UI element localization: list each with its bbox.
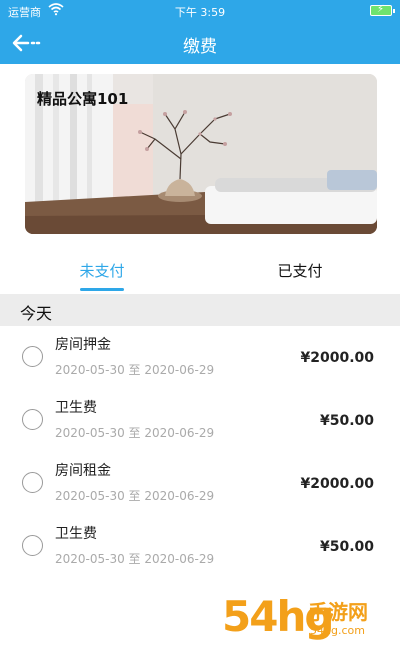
tab-paid[interactable]: 已支付 (268, 252, 332, 292)
fee-amount: ¥2000.00 (300, 476, 374, 492)
fee-name: 房间押金 (55, 337, 111, 353)
status-bar: 运营商 下午 3:59 ⚡ (0, 0, 400, 22)
section-header-today: 今天 (0, 294, 400, 326)
fee-name: 卫生费 (55, 526, 97, 542)
fee-name: 房间租金 (55, 463, 111, 479)
fee-amount: ¥50.00 (319, 539, 374, 555)
section-title: 今天 (20, 304, 53, 323)
apartment-banner[interactable]: 精品公寓101 (25, 74, 377, 234)
active-tab-indicator (80, 288, 124, 291)
fee-date-range: 2020-05-30 至 2020-06-29 (55, 426, 215, 440)
list-item[interactable]: 卫生费 2020-05-30 至 2020-06-29 ¥50.00 (0, 389, 400, 452)
page-title: 缴费 (183, 37, 217, 57)
watermark-url: 54hg.com (310, 624, 365, 637)
select-radio[interactable] (22, 472, 43, 493)
battery-icon: ⚡ (370, 4, 395, 16)
fee-date-range: 2020-05-30 至 2020-06-29 (55, 363, 215, 377)
tab-unpaid[interactable]: 未支付 (70, 252, 134, 292)
status-time: 下午 3:59 (174, 6, 226, 19)
charging-icon: ⚡ (377, 4, 385, 15)
fee-date-range: 2020-05-30 至 2020-06-29 (55, 489, 215, 503)
apartment-title: 精品公寓101 (37, 90, 129, 108)
select-radio[interactable] (22, 346, 43, 367)
list-item[interactable]: 房间押金 2020-05-30 至 2020-06-29 ¥2000.00 (0, 326, 400, 389)
tab-paid-label: 已支付 (277, 262, 323, 280)
select-radio[interactable] (22, 409, 43, 430)
site-watermark: 54hg 手游网 54hg.com (222, 592, 392, 646)
main-content: 精品公寓101 未支付 已支付 今天 房间押金 2020-05-30 至 202… (0, 64, 400, 648)
tab-unpaid-label: 未支付 (79, 262, 125, 280)
nav-bar: 缴费 (0, 22, 400, 64)
fee-amount: ¥2000.00 (300, 350, 374, 366)
payment-tabs: 未支付 已支付 (0, 252, 400, 292)
fee-name: 卫生费 (55, 400, 97, 416)
list-item[interactable]: 房间租金 2020-05-30 至 2020-06-29 ¥2000.00 (0, 452, 400, 515)
select-radio[interactable] (22, 535, 43, 556)
watermark-cn: 手游网 (308, 600, 368, 624)
fee-date-range: 2020-05-30 至 2020-06-29 (55, 552, 215, 566)
fee-amount: ¥50.00 (319, 413, 374, 429)
list-item[interactable]: 卫生费 2020-05-30 至 2020-06-29 ¥50.00 (0, 515, 400, 578)
